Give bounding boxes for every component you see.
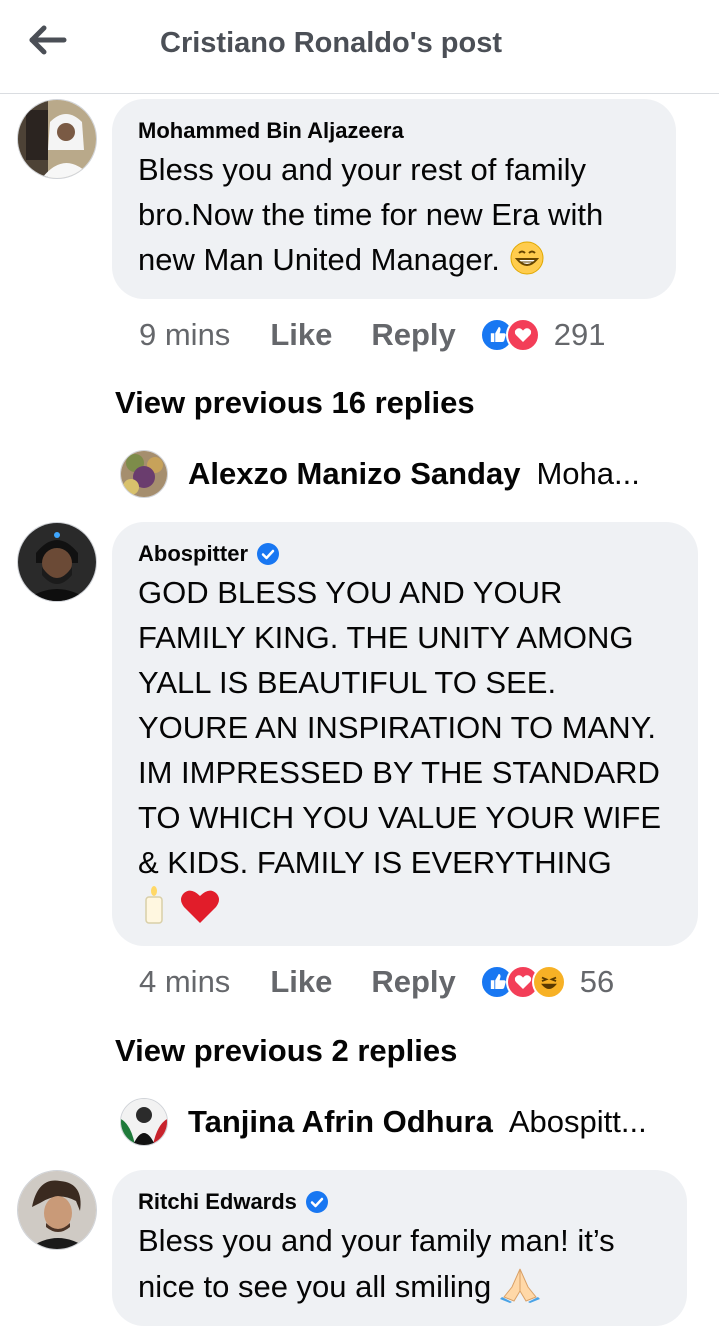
comment-body: Bless you and your family man! it’s nice… xyxy=(138,1223,615,1304)
avatar[interactable] xyxy=(17,522,97,602)
folded-hands-emoji-icon xyxy=(499,1268,540,1303)
reply-author[interactable]: Alexzo Manizo Sanday xyxy=(188,456,520,492)
comment-bubble: Abospitter GOD BLESS YOU AND YOUR FAMILY… xyxy=(112,522,698,946)
reactions-summary[interactable] xyxy=(479,318,540,352)
comment-text: Bless you and your rest of family bro.No… xyxy=(138,147,650,282)
comment-bubble: Ritchi Edwards Bless you and your family… xyxy=(112,1170,687,1326)
view-previous-replies-link[interactable]: View previous 2 replies xyxy=(115,1033,457,1069)
candle-emoji-icon xyxy=(145,886,163,924)
comment-author[interactable]: Mohammed Bin Aljazeera xyxy=(138,117,650,145)
reply-author[interactable]: Tanjina Afrin Odhura xyxy=(188,1104,493,1140)
comment-author[interactable]: Abospitter xyxy=(138,540,672,568)
comment-bubble: Mohammed Bin Aljazeera Bless you and you… xyxy=(112,99,676,299)
comment-actions: 9 mins Like Reply 291 xyxy=(139,315,606,355)
comment-body: GOD BLESS YOU AND YOUR FAMILY KING. THE … xyxy=(138,575,662,880)
back-arrow-icon[interactable] xyxy=(28,24,68,56)
love-reaction-icon xyxy=(505,318,540,352)
comment-actions: 4 mins Like Reply 56 xyxy=(139,962,614,1002)
verified-badge-icon xyxy=(257,543,279,565)
comment-timestamp: 9 mins xyxy=(139,317,231,352)
like-button[interactable]: Like xyxy=(270,964,332,1000)
author-name[interactable]: Abospitter xyxy=(138,540,248,568)
reply-preview[interactable]: Tanjina Afrin Odhura Abospitt... xyxy=(120,1098,680,1146)
reaction-count[interactable]: 56 xyxy=(580,964,614,1000)
page-title: Cristiano Ronaldo's post xyxy=(160,27,503,59)
reply-button[interactable]: Reply xyxy=(371,317,455,353)
reply-preview-text: Abospitt... xyxy=(508,1104,647,1139)
view-previous-replies-link[interactable]: View previous 16 replies xyxy=(115,385,475,421)
like-button[interactable]: Like xyxy=(270,317,332,353)
comment-timestamp: 4 mins xyxy=(139,964,231,999)
avatar[interactable] xyxy=(120,450,168,498)
author-name[interactable]: Mohammed Bin Aljazeera xyxy=(138,117,404,145)
comment-text: GOD BLESS YOU AND YOUR FAMILY KING. THE … xyxy=(138,570,672,931)
verified-badge-icon xyxy=(305,1191,328,1213)
reply-preview-text: Moha... xyxy=(536,456,640,491)
reactions-summary[interactable] xyxy=(479,965,566,999)
avatar[interactable] xyxy=(17,99,97,179)
reaction-count[interactable]: 291 xyxy=(554,317,606,353)
comment-author[interactable]: Ritchi Edwards xyxy=(138,1188,661,1216)
haha-reaction-icon xyxy=(531,965,566,999)
top-bar: Cristiano Ronaldo's post xyxy=(0,0,719,94)
grinning-face-emoji-icon xyxy=(510,241,543,275)
reply-preview[interactable]: Alexzo Manizo Sanday Moha... xyxy=(120,450,680,498)
avatar[interactable] xyxy=(120,1098,168,1146)
avatar[interactable] xyxy=(17,1170,97,1250)
author-name[interactable]: Ritchi Edwards xyxy=(138,1188,297,1216)
reply-button[interactable]: Reply xyxy=(371,964,455,1000)
red-heart-emoji-icon xyxy=(180,890,219,923)
comment-text: Bless you and your family man! it’s nice… xyxy=(138,1218,661,1309)
